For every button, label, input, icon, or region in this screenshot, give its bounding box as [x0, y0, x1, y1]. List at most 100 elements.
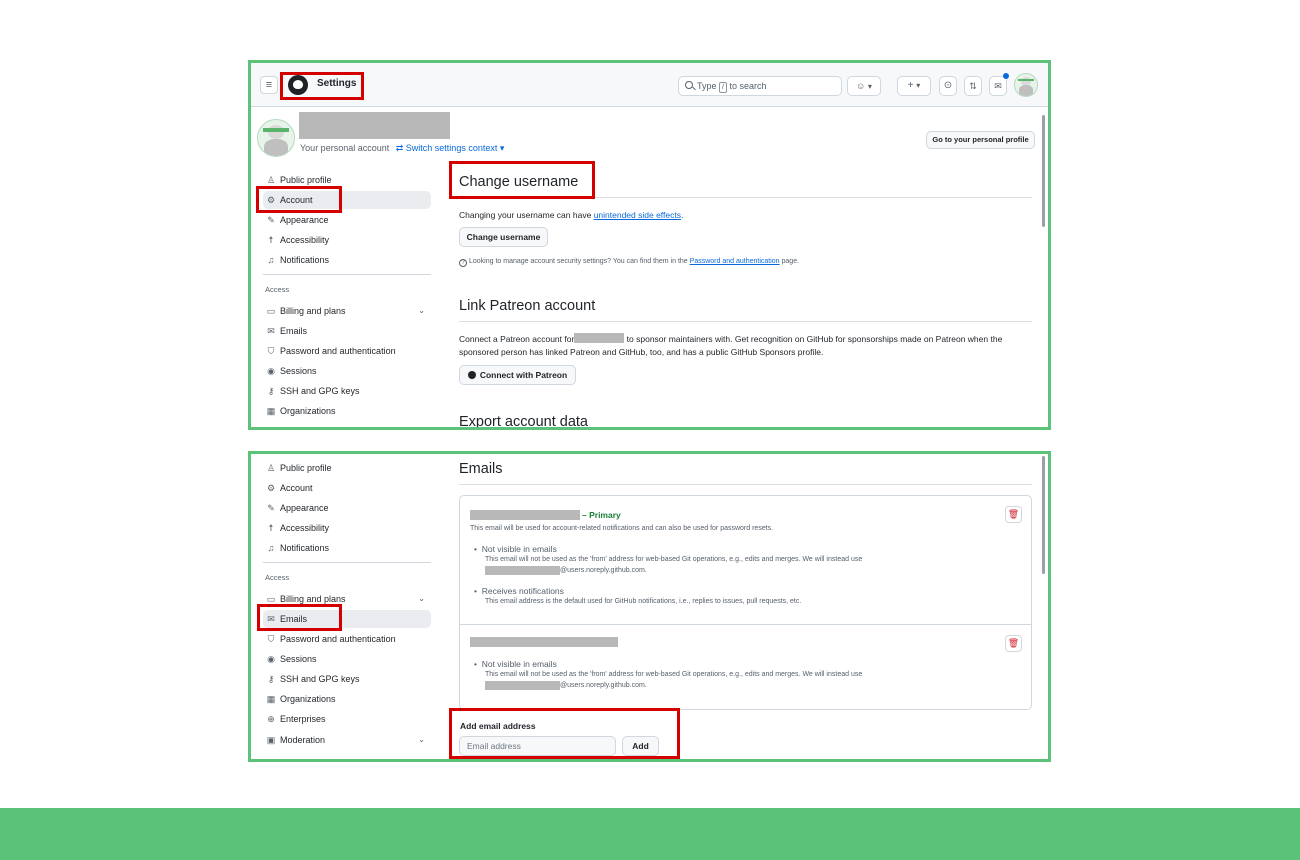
noreply-suffix: @users.noreply.github.com.	[560, 682, 647, 689]
side-effects-link[interactable]: unintended side effects	[594, 210, 681, 220]
email-address-input[interactable]	[459, 736, 616, 756]
search-suffix: to search	[729, 81, 767, 91]
sidebar-item-accessibility[interactable]: ☨ Accessibility	[263, 519, 431, 537]
key-icon: ⚷	[267, 674, 275, 684]
settings-account-screenshot: ≡ Settings Type / to search ☺ + ⊙ ⇅ ✉ Yo…	[248, 60, 1051, 430]
change-username-description: Changing your username can have unintend…	[459, 210, 684, 220]
credit-card-icon: ▭	[266, 594, 276, 604]
switch-context-link[interactable]: ⇄ Switch settings context ▾	[396, 143, 505, 153]
sidebar-item-organizations[interactable]: ▦ Organizations	[263, 402, 431, 420]
key-icon: ⚷	[267, 386, 275, 396]
sidebar-item-account[interactable]: ⚙ Account	[263, 479, 431, 497]
report-icon: ▣	[266, 735, 276, 745]
sidebar-item-label: Account	[280, 195, 313, 205]
github-logo-icon[interactable]	[288, 75, 308, 95]
sidebar-item-label: SSH and GPG keys	[280, 386, 360, 396]
patreon-heading: Link Patreon account	[459, 298, 596, 314]
sidebar-item-label: Emails	[280, 326, 308, 336]
search-prefix: Type	[697, 81, 717, 91]
sidebar-item-ssh-keys[interactable]: ⚷ SSH and GPG keys	[263, 382, 431, 400]
redacted-account-name	[574, 333, 625, 343]
patreon-text-b: to sponsor maintainers with. Get recogni…	[626, 334, 1003, 344]
sidebar-item-label: Sessions	[280, 366, 317, 376]
receives-title: Receives notifications	[481, 586, 564, 596]
sidebar-item-public-profile[interactable]: ♙ Public profile	[263, 171, 431, 189]
change-username-button[interactable]: Change username	[459, 227, 548, 247]
pull-requests-button[interactable]: ⇅	[964, 76, 982, 96]
go-to-profile-button[interactable]: Go to your personal profile	[926, 131, 1035, 149]
sidebar-item-label: Public profile	[280, 463, 332, 473]
create-new-button[interactable]: +	[897, 76, 931, 96]
sidebar-item-emails[interactable]: ✉ Emails	[263, 610, 431, 628]
sidebar-item-billing[interactable]: ▭ Billing and plans ⌄	[263, 590, 431, 608]
section-divider	[459, 197, 1032, 198]
trash-icon: 🗑	[1007, 509, 1020, 519]
sidebar-item-emails[interactable]: ✉ Emails	[263, 322, 431, 340]
pull-request-icon: ⇅	[969, 81, 977, 91]
add-email-button[interactable]: Add	[622, 736, 659, 756]
change-username-text: Changing your username can have	[459, 210, 592, 220]
search-input[interactable]: Type / to search	[678, 76, 842, 96]
scrollbar-thumb[interactable]	[1042, 115, 1045, 227]
not-visible-title: Not visible in emails	[481, 544, 557, 554]
change-username-heading: Change username	[459, 174, 579, 190]
paintbrush-icon: ✎	[267, 215, 275, 225]
redacted-noreply-id	[485, 681, 560, 690]
sidebar-item-sessions[interactable]: ◉ Sessions	[263, 650, 431, 668]
sidebar-item-password[interactable]: ⛉ Password and authentication	[263, 630, 431, 648]
sidebar-item-organizations[interactable]: ▦ Organizations	[263, 690, 431, 708]
issues-button[interactable]: ⊙	[939, 76, 957, 96]
user-avatar[interactable]	[1014, 73, 1038, 97]
delete-email-button[interactable]: 🗑	[1005, 506, 1022, 523]
person-icon: ♙	[266, 463, 276, 473]
sidebar-item-public-profile[interactable]: ♙ Public profile	[263, 459, 431, 477]
patreon-text-c: sponsored person has linked Patreon and …	[459, 347, 824, 357]
security-note-text: Looking to manage account security setti…	[469, 258, 688, 265]
sidebar-item-appearance[interactable]: ✎ Appearance	[263, 211, 431, 229]
sidebar-item-billing[interactable]: ▭ Billing and plans ⌄	[263, 302, 431, 320]
sidebar-divider	[263, 274, 431, 275]
sidebar-item-enterprises[interactable]: ⊕ Enterprises	[263, 710, 431, 728]
email-row-divider	[460, 624, 1031, 625]
sidebar-item-notifications[interactable]: ♫ Notifications	[263, 539, 431, 557]
not-visible-item: • Not visible in emails	[474, 544, 557, 554]
settings-emails-screenshot: ♙ Public profile ⚙ Account ✎ Appearance ☨ Ac…	[248, 451, 1051, 762]
sidebar-item-label: Organizations	[280, 406, 336, 416]
sidebar-item-label: SSH and GPG keys	[280, 674, 360, 684]
inbox-button[interactable]: ✉	[989, 76, 1007, 96]
sidebar-item-password[interactable]: ⛉ Password and authentication	[263, 342, 431, 360]
export-data-heading: Export account data	[459, 414, 588, 430]
sidebar-item-ssh-keys[interactable]: ⚷ SSH and GPG keys	[263, 670, 431, 688]
sidebar-item-accessibility[interactable]: ☨ Accessibility	[263, 231, 431, 249]
gear-icon: ⚙	[266, 195, 276, 205]
person-icon: ♙	[266, 175, 276, 185]
sidebar-item-label: Password and authentication	[280, 346, 396, 356]
connect-patreon-button[interactable]: Connect with Patreon	[459, 365, 576, 385]
hamburger-menu-icon[interactable]: ≡	[260, 76, 278, 94]
github-header: ≡ Settings Type / to search ☺ + ⊙ ⇅ ✉	[251, 63, 1048, 107]
question-icon: ?	[459, 259, 467, 267]
sidebar-item-account[interactable]: ⚙ Account	[263, 191, 431, 209]
shield-icon: ⛉	[267, 346, 275, 356]
gear-icon: ⚙	[266, 483, 276, 493]
sidebar-item-label: Appearance	[280, 215, 329, 225]
copilot-button[interactable]: ☺	[847, 76, 881, 96]
sidebar-item-label: Notifications	[280, 543, 330, 553]
patreon-description: Connect a Patreon account for to sponsor…	[459, 333, 1002, 359]
not-visible-text: This email will not be used as the 'from…	[485, 671, 863, 678]
credit-card-icon: ▭	[266, 306, 276, 316]
not-visible-item: • Not visible in emails	[474, 659, 557, 669]
sidebar-item-notifications[interactable]: ♫ Notifications	[263, 251, 431, 269]
copilot-icon: ☺	[856, 81, 868, 91]
sidebar-item-moderation[interactable]: ▣ Moderation ⌄	[263, 731, 431, 749]
sidebar-item-appearance[interactable]: ✎ Appearance	[263, 499, 431, 517]
password-auth-link[interactable]: Password and authentication	[690, 258, 780, 265]
sidebar-item-label: Accessibility	[280, 523, 330, 533]
sidebar-divider	[263, 562, 431, 563]
accessibility-icon: ☨	[268, 235, 274, 245]
email-list: – Primary This email will be used for ac…	[459, 495, 1032, 710]
mail-icon: ✉	[267, 326, 275, 336]
scrollbar-thumb[interactable]	[1042, 456, 1045, 574]
sidebar-item-sessions[interactable]: ◉ Sessions	[263, 362, 431, 380]
delete-email-button[interactable]: 🗑	[1005, 635, 1022, 652]
